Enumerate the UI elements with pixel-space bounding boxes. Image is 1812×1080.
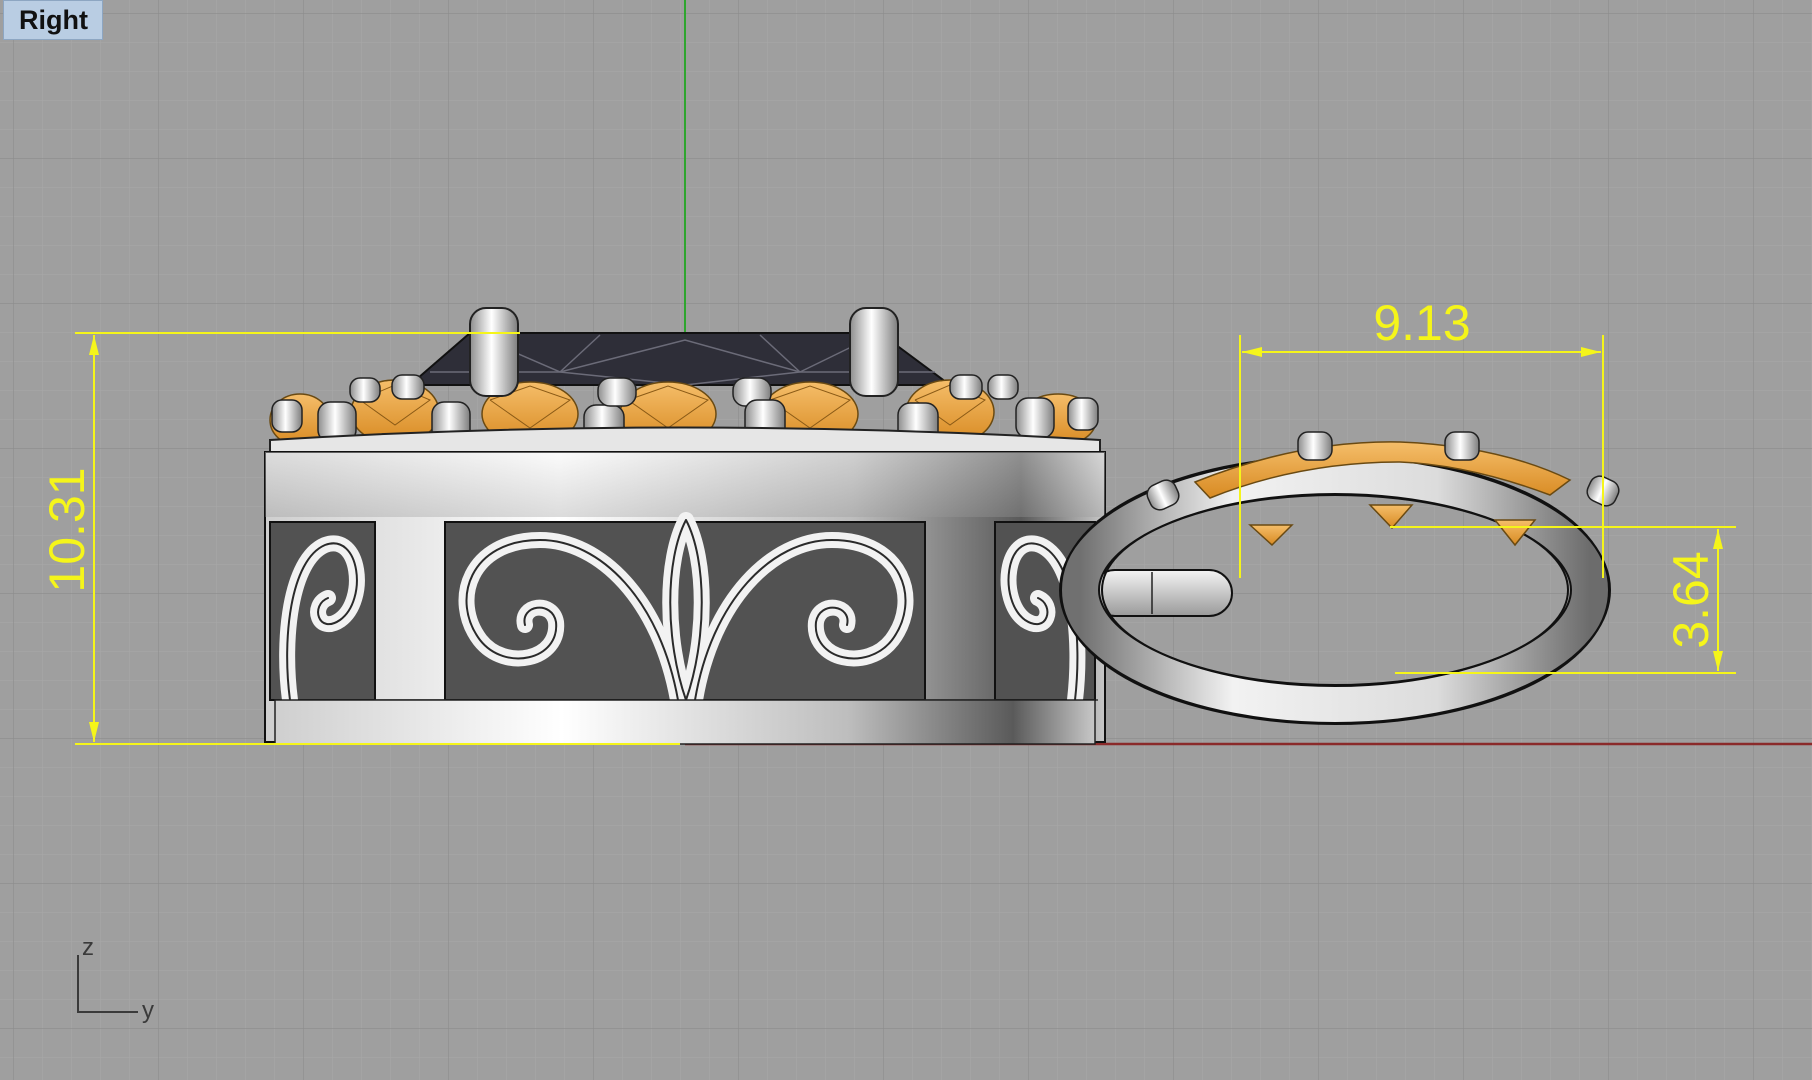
dimension-value-height: 10.31 <box>39 467 95 592</box>
axis-label-z: z <box>82 934 94 961</box>
bail-connector <box>1091 569 1233 617</box>
base-band <box>274 699 1096 745</box>
dimension-value-bail-width: 9.13 <box>1373 295 1470 351</box>
dimension-value-bail-height: 3.64 <box>1663 551 1719 648</box>
viewport-title-tab[interactable]: Right <box>3 0 103 40</box>
right-viewport[interactable]: 10.31 9.13 3.64 z y Right <box>0 0 1812 1080</box>
axis-label-y: y <box>142 997 154 1024</box>
viewport-canvas[interactable]: 10.31 9.13 3.64 z y <box>0 0 1812 1080</box>
band-highlight <box>265 452 1105 517</box>
